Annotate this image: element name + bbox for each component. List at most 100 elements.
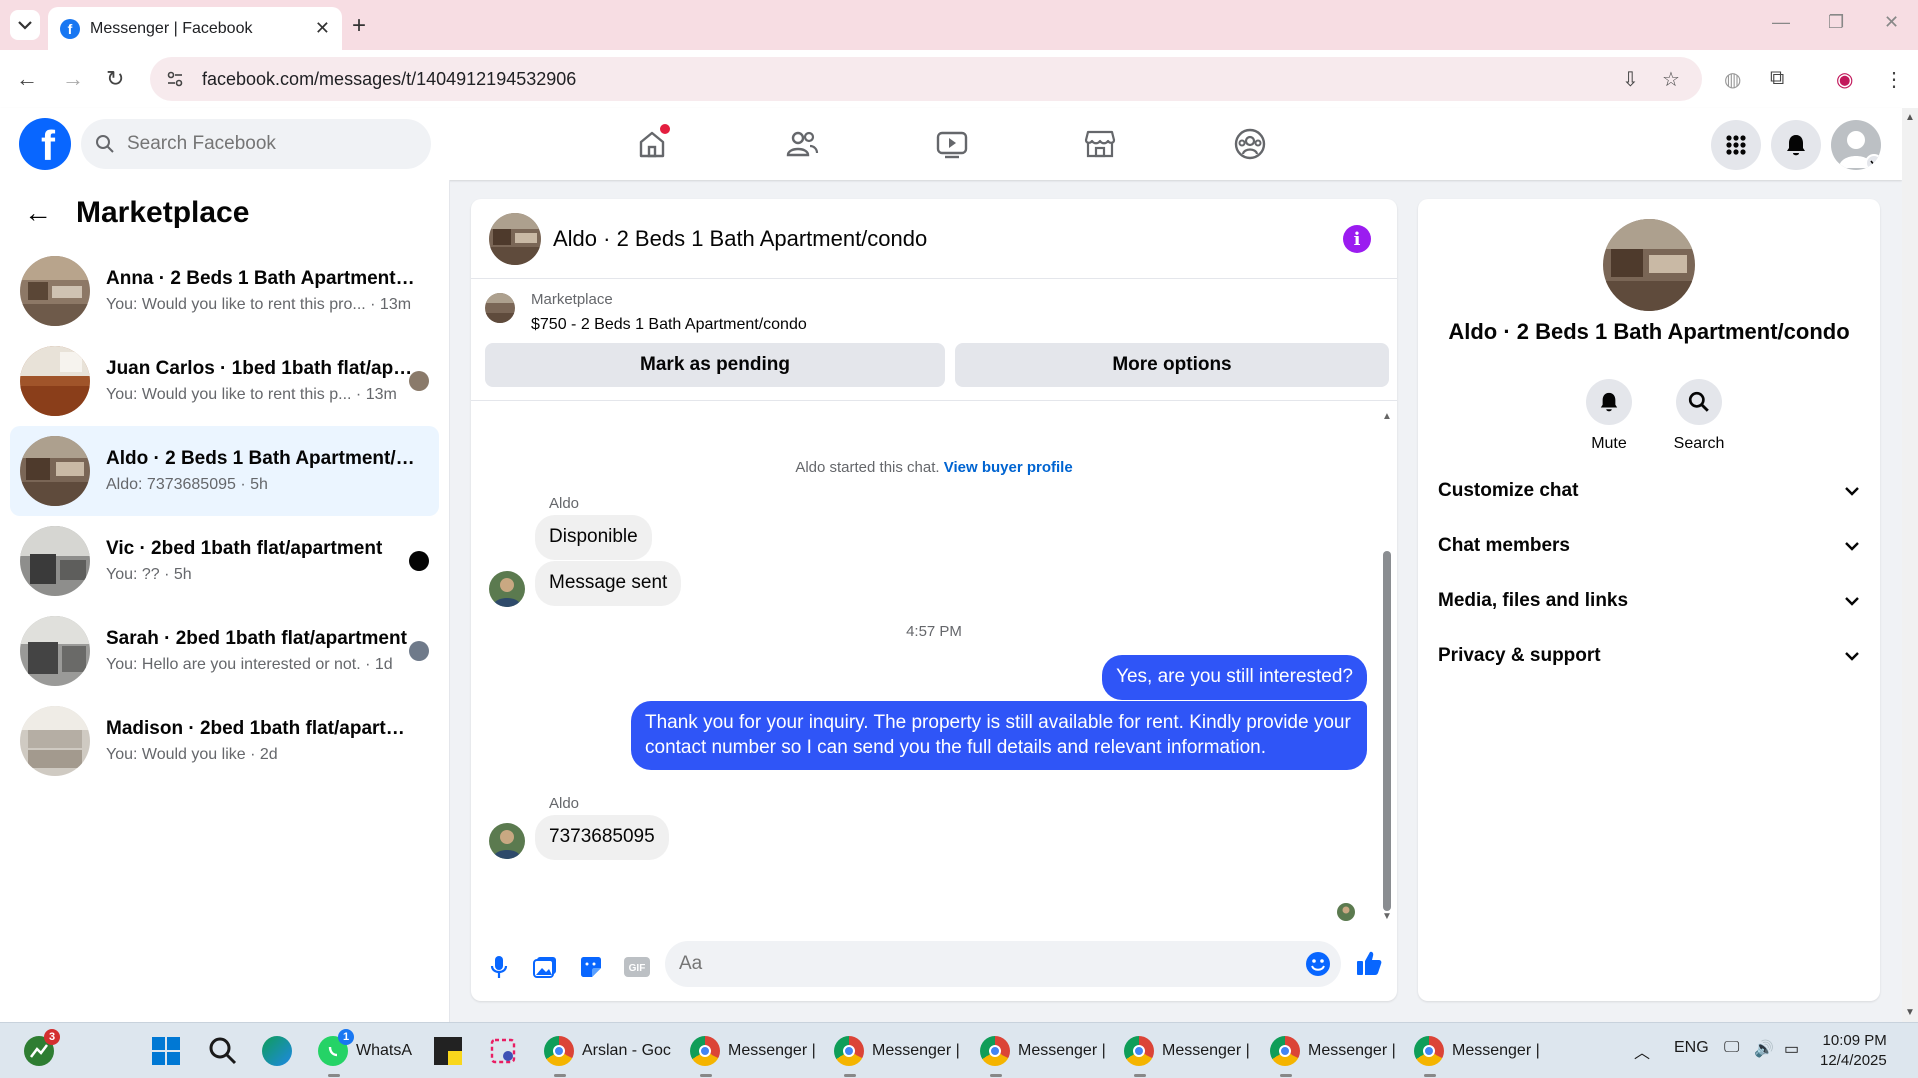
scroll-up-icon[interactable]: ▲	[1905, 112, 1915, 123]
address-bar[interactable]: facebook.com/messages/t/1404912194532906	[150, 57, 1702, 101]
view-buyer-profile-link[interactable]: View buyer profile	[944, 459, 1073, 476]
conversation-item-aldo[interactable]: Aldo · 2 Beds 1 Bath Apartment/co... Ald…	[10, 426, 439, 516]
extensions-icon[interactable]: ⧉	[1770, 67, 1784, 90]
microphone-icon[interactable]	[485, 953, 513, 981]
back-icon[interactable]: ←	[16, 66, 38, 92]
listing-mini-thumbnail[interactable]	[485, 293, 515, 323]
privacy-support-row[interactable]: Privacy & support	[1438, 634, 1860, 678]
conversation-item-madison[interactable]: Madison · 2bed 1bath flat/apartm... You:…	[10, 696, 439, 786]
restore-icon[interactable]: ❐	[1828, 12, 1844, 33]
photo-icon[interactable]	[531, 953, 559, 981]
mark-as-pending-button[interactable]: Mark as pending	[485, 343, 945, 387]
mute-action[interactable]: Mute	[1569, 379, 1649, 453]
taskbar-chrome-messenger-2[interactable]: Messenger |	[834, 1033, 960, 1077]
taskbar-search[interactable]	[208, 1033, 238, 1069]
scroll-down-icon[interactable]: ▼	[1381, 911, 1393, 922]
chat-title[interactable]: Aldo · 2 Beds 1 Bath Apartment/condo	[553, 226, 927, 252]
install-app-icon[interactable]: ⇩	[1622, 67, 1639, 92]
video-nav[interactable]	[930, 122, 974, 166]
emoji-icon[interactable]	[1305, 951, 1331, 982]
incoming-message[interactable]: 7373685095	[535, 815, 669, 860]
taskbar-whatsapp[interactable]: 1 WhatsA	[318, 1029, 412, 1077]
chrome-icon	[1124, 1036, 1154, 1066]
close-window-icon[interactable]: ✕	[1884, 12, 1899, 33]
menu-kebab-icon[interactable]: ⋮	[1884, 67, 1904, 92]
chat-members-row[interactable]: Chat members	[1438, 524, 1860, 568]
chevron-up-icon[interactable]: ︿	[1634, 1039, 1650, 1063]
sender-avatar[interactable]	[489, 571, 525, 607]
taskbar-chrome-arslan[interactable]: Arslan - Goc	[544, 1033, 671, 1077]
outgoing-message[interactable]: Yes, are you still interested?	[1102, 655, 1367, 700]
taskbar-label: Messenger |	[728, 1042, 816, 1059]
message-input-box[interactable]	[665, 941, 1341, 987]
profile-icon[interactable]: ◉	[1836, 67, 1853, 92]
media-files-links-row[interactable]: Media, files and links	[1438, 579, 1860, 623]
network-icon[interactable]: 🖵	[1724, 1039, 1739, 1057]
customize-chat-row[interactable]: Customize chat	[1438, 469, 1860, 513]
info-icon[interactable]: i	[1343, 225, 1371, 253]
sender-avatar[interactable]	[489, 823, 525, 859]
scroll-down-icon[interactable]: ▼	[1905, 1007, 1915, 1018]
globe-icon[interactable]: ◍	[1724, 67, 1741, 92]
taskbar-snipping-tool[interactable]	[488, 1033, 518, 1069]
facebook-logo-icon[interactable]: f	[19, 118, 71, 170]
start-button[interactable]	[150, 1033, 182, 1069]
language-indicator[interactable]: ENG	[1674, 1039, 1709, 1057]
like-thumbs-up-icon[interactable]	[1355, 949, 1383, 977]
taskbar-chrome-messenger-4[interactable]: Messenger |	[1124, 1033, 1250, 1077]
message-thread[interactable]: Aldo started this chat. View buyer profi…	[471, 401, 1397, 931]
search-action[interactable]: Search	[1659, 379, 1739, 453]
friends-nav[interactable]	[780, 122, 824, 166]
chat-listing-thumbnail[interactable]	[489, 212, 541, 265]
conversation-name: Juan Carlos · 1bed 1bath flat/apa...	[106, 358, 416, 379]
search-input[interactable]	[127, 133, 407, 155]
listing-price-title[interactable]: $750 - 2 Beds 1 Bath Apartment/condo	[531, 316, 807, 334]
marketplace-nav[interactable]	[1078, 122, 1122, 166]
notifications-button[interactable]	[1771, 120, 1821, 170]
home-nav[interactable]	[630, 122, 674, 166]
search-in-chat-button[interactable]	[1676, 379, 1722, 425]
conversation-item-sarah[interactable]: Sarah · 2bed 1bath flat/apartment You: H…	[10, 606, 439, 696]
browser-tab[interactable]: f Messenger | Facebook ✕	[48, 7, 342, 50]
scroll-thumb[interactable]	[1383, 551, 1391, 911]
chrome-icon	[690, 1036, 720, 1066]
system-clock[interactable]: 10:09 PM 12/4/2025	[1820, 1031, 1887, 1071]
forward-icon[interactable]: →	[62, 66, 84, 92]
groups-nav[interactable]	[1228, 122, 1272, 166]
volume-icon[interactable]: 🔊	[1754, 1039, 1774, 1059]
bookmark-star-icon[interactable]: ☆	[1662, 67, 1680, 92]
taskbar-sticky-notes[interactable]	[434, 1033, 462, 1069]
conversation-item-anna[interactable]: Anna · 2 Beds 1 Bath Apartment/c... You:…	[10, 246, 439, 336]
more-options-button[interactable]: More options	[955, 343, 1389, 387]
listing-avatar[interactable]	[1603, 219, 1695, 311]
new-tab-icon[interactable]: +	[352, 12, 366, 40]
reload-icon[interactable]: ↻	[106, 66, 124, 92]
outgoing-message[interactable]: Thank you for your inquiry. The property…	[631, 701, 1367, 771]
conversation-item-vic[interactable]: Vic · 2bed 1bath flat/apartment You: ?? …	[10, 516, 439, 606]
site-settings-icon[interactable]	[166, 70, 184, 88]
taskbar-chrome-messenger-1[interactable]: Messenger |	[690, 1033, 816, 1077]
taskbar-chrome-messenger-6[interactable]: Messenger |	[1414, 1033, 1540, 1077]
gif-icon[interactable]: GIF	[623, 953, 651, 981]
minimize-icon[interactable]: —	[1772, 12, 1790, 33]
mute-button[interactable]	[1586, 379, 1632, 425]
tab-search-button[interactable]	[10, 10, 40, 40]
scroll-up-icon[interactable]: ▲	[1381, 411, 1393, 422]
page-scrollbar[interactable]: ▲ ▼	[1902, 108, 1918, 1022]
battery-icon[interactable]: ▭	[1784, 1039, 1799, 1059]
account-avatar[interactable]	[1831, 120, 1881, 170]
back-arrow-icon[interactable]: ←	[24, 197, 52, 229]
incoming-message[interactable]: Disponible	[535, 515, 652, 560]
incoming-message[interactable]: Message sent	[535, 561, 682, 606]
taskbar-chrome-messenger-3[interactable]: Messenger |	[980, 1033, 1106, 1077]
taskbar-app-widget[interactable]: 3	[24, 1029, 62, 1069]
message-scrollbar[interactable]: ▲ ▼	[1381, 411, 1393, 922]
message-input[interactable]	[679, 953, 1259, 975]
close-tab-icon[interactable]: ✕	[315, 18, 330, 39]
taskbar-edge[interactable]	[262, 1033, 300, 1069]
sticker-icon[interactable]	[577, 953, 605, 981]
facebook-search[interactable]	[81, 119, 431, 169]
taskbar-chrome-messenger-5[interactable]: Messenger |	[1270, 1033, 1396, 1077]
conversation-item-juan-carlos[interactable]: Juan Carlos · 1bed 1bath flat/apa... You…	[10, 336, 439, 426]
menu-button[interactable]	[1711, 120, 1761, 170]
